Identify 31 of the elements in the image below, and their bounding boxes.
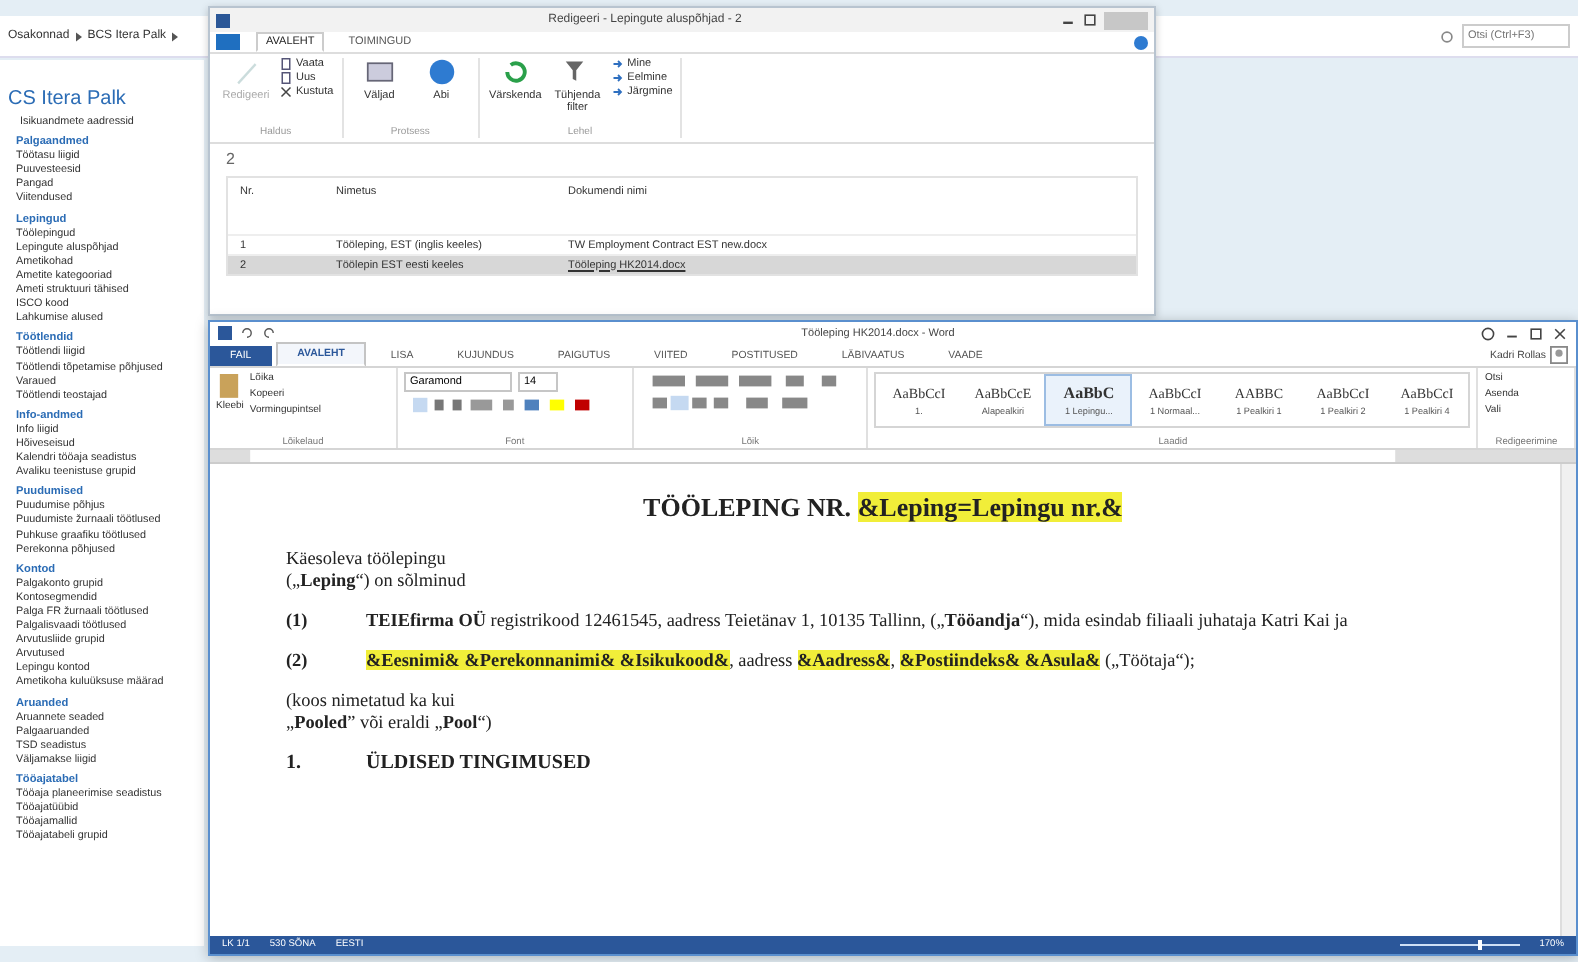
help-icon[interactable] bbox=[1134, 35, 1148, 49]
clipboard-icon bbox=[218, 372, 241, 398]
redo-icon[interactable] bbox=[262, 326, 276, 340]
user-avatar-icon bbox=[1550, 346, 1568, 364]
document-title: TÖÖLEPING NR. &Leping=Lepingu nr.& bbox=[643, 492, 1123, 524]
pane-title: CS Itera Palk bbox=[8, 88, 128, 110]
section-heading: ÜLDISED TINGIMUSED bbox=[366, 752, 593, 774]
scrollbar[interactable] bbox=[1560, 464, 1576, 936]
list-number: 1. bbox=[286, 752, 303, 774]
list-number: (2) bbox=[286, 650, 310, 672]
refresh-icon[interactable] bbox=[1440, 29, 1454, 43]
close-icon[interactable] bbox=[1552, 325, 1568, 341]
record-number: 2 bbox=[226, 150, 237, 168]
undo-icon[interactable] bbox=[240, 326, 254, 340]
maximize-icon[interactable] bbox=[1082, 12, 1098, 28]
document-paragraph: Käesoleva töölepingu („Leping“) on sõlminud bbox=[286, 548, 468, 592]
help-icon[interactable] bbox=[1480, 325, 1496, 341]
document-paragraph: (koos nimetatud ka kui „Pooled” või eraldi „Pool“) bbox=[286, 690, 494, 734]
chevron-icon bbox=[172, 31, 179, 41]
app-icon bbox=[216, 13, 230, 27]
refresh-icon bbox=[501, 58, 530, 86]
document-paragraph: TEIEfirma OÜ registrikood 12461545, aadress Teietänav 1, 10135 Tallinn, („Tööandja“), mida esindab filiaali juhataja Katri Kai ja bbox=[366, 610, 1350, 632]
document-paragraph: &Eesnimi& &Perekonnanimi& &Isikukood&, aadress &Aadress&, &Postiindeks& &Asula& („Töötaja“); bbox=[366, 650, 1197, 672]
scissors-icon bbox=[280, 86, 292, 98]
help-icon bbox=[427, 58, 456, 86]
maximize-icon[interactable] bbox=[1528, 325, 1544, 341]
chevron-icon bbox=[75, 31, 82, 41]
document-app-icon bbox=[218, 326, 232, 340]
zoom-slider-thumb[interactable] bbox=[1477, 940, 1482, 950]
form-icon bbox=[365, 58, 394, 86]
list-number: (1) bbox=[286, 610, 310, 632]
